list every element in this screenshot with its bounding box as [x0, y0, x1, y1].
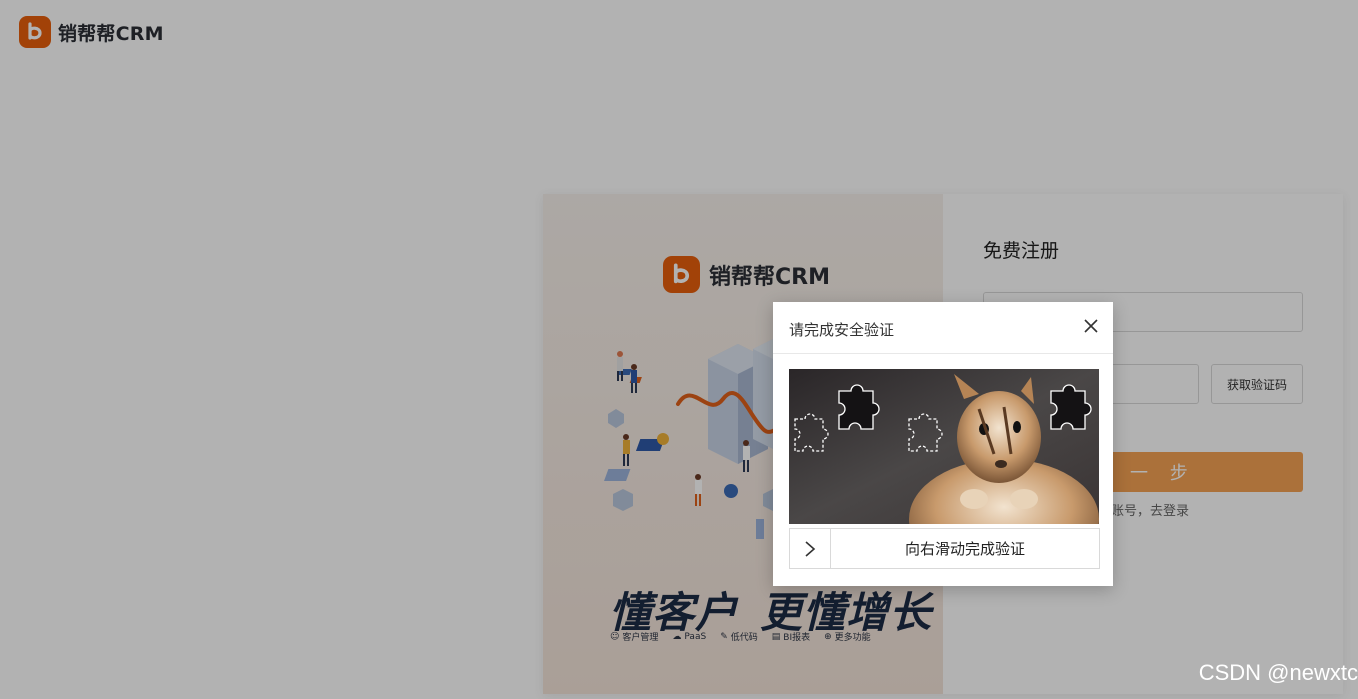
captcha-slider[interactable]: 向右滑动完成验证	[789, 528, 1100, 569]
watermark-text: CSDN @newxtc	[1198, 660, 1358, 685]
modal-overlay[interactable]	[0, 0, 1358, 699]
captcha-title: 请完成安全验证	[789, 321, 895, 339]
chevron-right-icon	[805, 540, 816, 557]
close-button[interactable]	[1081, 316, 1101, 336]
captcha-puzzle-image	[789, 369, 1099, 524]
registration-page: 销帮帮CRM 销帮帮CRM 懂客户 更懂增长 ☺ 客户管理 ☁ PaaS ✎ 低…	[0, 0, 1358, 699]
slider-handle[interactable]	[790, 529, 831, 568]
close-icon	[1084, 319, 1098, 333]
captcha-dialog: 请完成安全验证 向右滑动完成验证	[773, 302, 1113, 586]
slider-hint: 向右滑动完成验证	[904, 540, 1025, 558]
captcha-header: 请完成安全验证	[773, 302, 1113, 354]
